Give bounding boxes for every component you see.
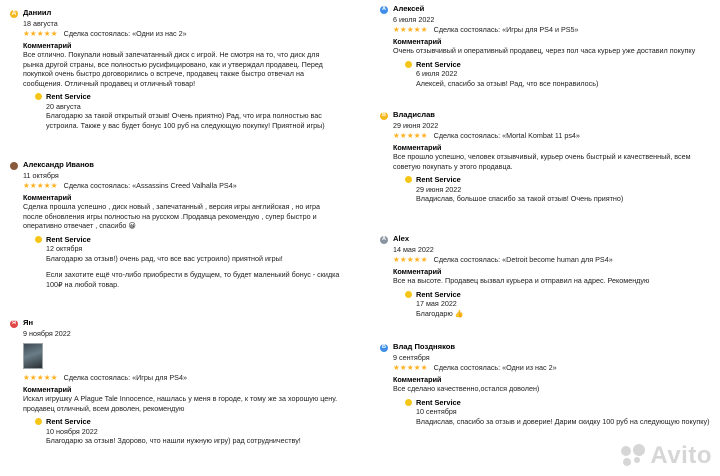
comment-label: Комментарий xyxy=(393,36,442,46)
review-card: Александр Иванов 11 октября ★★★★★ Сделка … xyxy=(10,160,340,289)
deal-info: Сделка состоялась: «Одни из нас 2» xyxy=(63,28,187,38)
review-date: 18 августа xyxy=(23,19,58,28)
avatar: Д xyxy=(10,9,18,18)
reply-text-continued: Если захотите ещё что-либо приобрести в … xyxy=(46,270,340,289)
deal-info: Сделка состоялась: «Mortal Kombat 11 ps4… xyxy=(433,130,580,140)
seller-reply: Rent Service 6 июля 2022 Алексей, спасиб… xyxy=(405,60,716,89)
comment-text: Все прошло успешно, человек отзывчивый, … xyxy=(393,152,691,171)
comment-text: Все отлично. Покупали новый запечатанный… xyxy=(23,50,323,88)
review-date: 11 октября xyxy=(23,171,59,180)
reply-text: Владислав, большое спасибо за такой отзы… xyxy=(416,194,624,204)
reviewer-name[interactable]: Даниил xyxy=(23,8,51,18)
seller-avatar-icon xyxy=(405,290,412,298)
deal-info: Сделка состоялась: «Assassins Creed Valh… xyxy=(63,180,237,190)
reply-date: 10 сентября xyxy=(416,407,457,417)
rating-stars: ★★★★★ xyxy=(393,254,428,264)
seller-name[interactable]: Rent Service xyxy=(46,235,340,245)
rating-stars: ★★★★★ xyxy=(23,180,58,190)
reviewer-name[interactable]: Александр Иванов xyxy=(23,160,94,170)
rating-stars: ★★★★★ xyxy=(23,28,58,38)
seller-avatar-icon xyxy=(405,176,412,183)
seller-avatar-icon xyxy=(35,93,42,100)
review-card: В Владислав 29 июня 2022 ★★★★★ Сделка сост… xyxy=(380,110,716,204)
watermark-text: Avito xyxy=(650,442,712,470)
seller-reply: Rent Service 10 ноября 2022 Благодарю за… xyxy=(35,417,340,446)
review-card: А Алексей 6 июля 2022 ★★★★★ Сделка состоял… xyxy=(380,4,716,88)
seller-name[interactable]: Rent Service xyxy=(46,417,340,427)
avatar: В xyxy=(380,343,388,352)
seller-name[interactable]: Rent Service xyxy=(416,175,716,185)
reply-date: 6 июля 2022 xyxy=(416,69,458,79)
seller-reply: Rent Service 10 сентября Владислав, спас… xyxy=(405,398,716,427)
comment-text: Сделка прошла успешно , диск новый , зап… xyxy=(23,202,320,230)
reply-date: 12 октября xyxy=(46,244,83,254)
reviewer-name[interactable]: Алексей xyxy=(393,4,424,14)
seller-name[interactable]: Rent Service xyxy=(416,60,716,70)
reply-date: 17 мая 2022 xyxy=(416,299,457,309)
deal-info: Сделка состоялась: «Игры для PS4 и PS5» xyxy=(433,24,579,34)
seller-avatar-icon xyxy=(405,60,412,68)
reviewer-name[interactable]: Ян xyxy=(23,318,33,328)
review-date: 29 июня 2022 xyxy=(393,121,439,130)
review-photo-thumbnail[interactable] xyxy=(23,342,43,369)
rating-stars: ★★★★★ xyxy=(23,372,58,382)
comment-label: Комментарий xyxy=(393,266,442,276)
comment-label: Комментарий xyxy=(23,384,72,394)
comment-text: Все на высоте. Продавец вызвал курьера и… xyxy=(393,276,650,285)
deal-info: Сделка состоялась: «Игры для PS4» xyxy=(63,372,187,382)
comment-text: Все сделано качественно,остался доволен) xyxy=(393,384,540,393)
reply-date: 20 августа xyxy=(46,101,81,111)
comment-label: Комментарий xyxy=(23,192,72,202)
comment-label: Комментарий xyxy=(393,142,442,152)
reply-text: Алексей, спасибо за отзыв! Рад, что все … xyxy=(416,78,599,88)
seller-name[interactable]: Rent Service xyxy=(416,398,716,408)
reviewer-name[interactable]: Alex xyxy=(393,234,409,244)
avatar: Я xyxy=(10,319,18,328)
seller-avatar-icon xyxy=(35,235,42,243)
rating-stars: ★★★★★ xyxy=(393,24,428,34)
review-date: 6 июля 2022 xyxy=(393,15,435,24)
deal-info: Сделка состоялась: «Detroit become human… xyxy=(433,254,613,264)
reply-date: 10 ноября 2022 xyxy=(46,426,98,436)
review-card: A Alex 14 мая 2022 ★★★★★ Сделка состоялась… xyxy=(380,234,716,318)
reply-text: Благодарю за отзыв!) очень рад, что все … xyxy=(46,253,283,263)
comment-text: Искал игрушку A Plague Tale Innocence, н… xyxy=(23,394,338,413)
comment-text: Очень отзывчивый и оперативный продавец,… xyxy=(393,46,696,55)
review-date: 14 мая 2022 xyxy=(393,245,434,254)
seller-reply: Rent Service 20 августа Благодарю за так… xyxy=(35,92,340,130)
review-date: 9 ноября 2022 xyxy=(23,329,71,338)
deal-info: Сделка состоялась: «Одни из нас 2» xyxy=(433,362,557,372)
reply-text: Благодарю 👍 xyxy=(416,308,464,318)
avito-watermark: Avito xyxy=(621,440,712,472)
seller-reply: Rent Service 29 июня 2022 Владислав, бол… xyxy=(405,175,716,204)
reply-text: Владислав, спасибо за отзыв и доверие! Д… xyxy=(416,416,710,426)
comment-label: Комментарий xyxy=(23,40,72,50)
avatar xyxy=(10,161,18,170)
reply-date: 29 июня 2022 xyxy=(416,184,462,194)
seller-name[interactable]: Rent Service xyxy=(416,290,716,300)
reviewer-name[interactable]: Влад Поздняков xyxy=(393,342,455,352)
review-date: 9 сентября xyxy=(393,353,430,362)
reply-text: Благодарю за отзыв! Здорово, что нашли н… xyxy=(46,436,301,446)
seller-avatar-icon xyxy=(405,398,412,406)
seller-reply: Rent Service 17 мая 2022 Благодарю 👍 xyxy=(405,290,716,319)
rating-stars: ★★★★★ xyxy=(393,130,428,140)
avito-logo-icon xyxy=(621,444,646,468)
reviewer-name[interactable]: Владислав xyxy=(393,110,435,120)
review-card: В Влад Поздняков 9 сентября ★★★★★ Сделка с… xyxy=(380,342,716,426)
seller-avatar-icon xyxy=(35,418,42,425)
comment-label: Комментарий xyxy=(393,374,442,384)
avatar: В xyxy=(380,111,388,120)
reply-text: Благодарю за такой открытый отзыв! Очень… xyxy=(46,111,325,130)
seller-reply: Rent Service 12 октября Благодарю за отз… xyxy=(35,235,340,290)
avatar: А xyxy=(380,5,388,14)
review-card: Д Даниил 18 августа ★★★★★ Сделка состоялас… xyxy=(10,8,340,130)
rating-stars: ★★★★★ xyxy=(393,362,428,372)
avatar: A xyxy=(380,235,388,244)
review-card: Я Ян 9 ноября 2022 ★★★★★ Сделка состоялась… xyxy=(10,318,340,446)
seller-name[interactable]: Rent Service xyxy=(46,92,340,102)
